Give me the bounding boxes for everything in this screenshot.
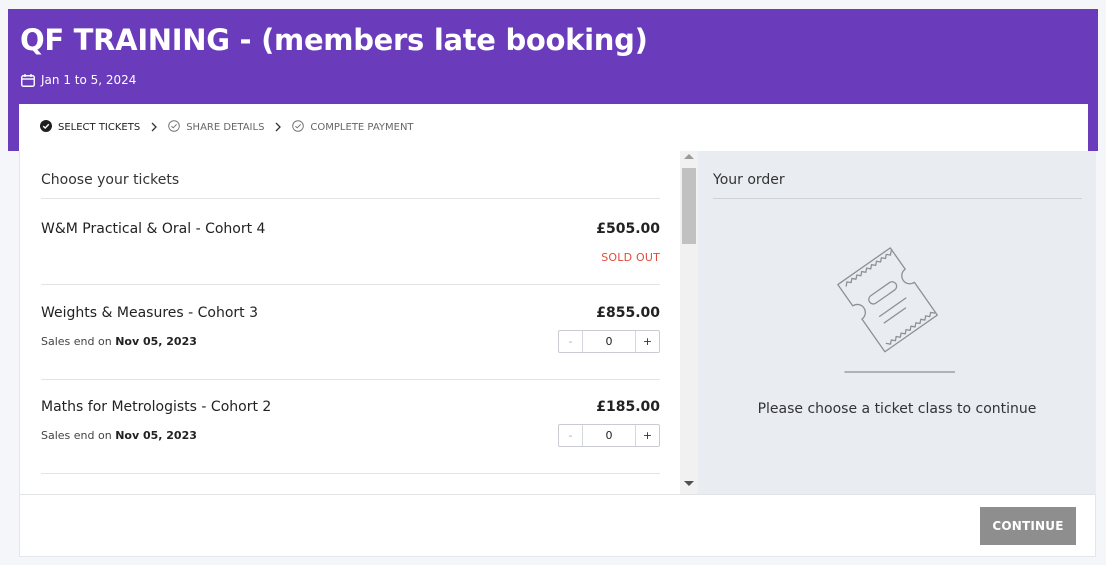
quantity-stepper: - 0 + (558, 330, 660, 353)
ticket-price: £505.00 (596, 221, 660, 237)
chevron-right-icon (150, 121, 158, 135)
sales-end-text: Sales end on Nov 05, 2023 (41, 335, 197, 348)
divider (20, 494, 1095, 495)
step-label: SHARE DETAILS (186, 122, 265, 133)
check-circle-outline-icon (168, 120, 181, 135)
increment-button[interactable]: + (635, 425, 659, 446)
booking-card: Choose your tickets W&M Practical & Oral… (19, 151, 1096, 557)
calendar-icon (21, 73, 35, 87)
ticket-illustration-icon (825, 237, 966, 381)
divider (41, 198, 660, 199)
step-complete-payment: COMPLETE PAYMENT (292, 120, 414, 135)
decrement-button[interactable]: - (559, 331, 583, 352)
quantity-stepper: - 0 + (558, 424, 660, 447)
sales-end-date: Nov 05, 2023 (115, 429, 197, 442)
event-date-text: Jan 1 to 5, 2024 (41, 73, 137, 87)
event-date: Jan 1 to 5, 2024 (21, 73, 136, 87)
event-title: QF TRAINING - (members late booking) (20, 23, 648, 57)
empty-order-message: Please choose a ticket class to continue (757, 401, 1037, 417)
chevron-right-icon (274, 121, 282, 135)
scrollbar-thumb[interactable] (682, 168, 696, 244)
sales-end-text: Sales end on Nov 05, 2023 (41, 429, 197, 442)
divider (41, 284, 660, 285)
ticket-name: Weights & Measures - Cohort 3 (41, 305, 259, 321)
checkout-steps: SELECT TICKETS SHARE DETAILS COMPLETE PA… (19, 104, 1088, 151)
divider (41, 473, 660, 474)
step-label: COMPLETE PAYMENT (310, 122, 414, 133)
ticket-list-scrollbar[interactable] (680, 151, 698, 494)
ticket-price: £185.00 (596, 399, 660, 415)
step-share-details: SHARE DETAILS (168, 120, 264, 135)
order-heading: Your order (713, 172, 785, 188)
step-label: SELECT TICKETS (58, 122, 141, 133)
sold-out-badge: SOLD OUT (601, 251, 660, 264)
sales-end-prefix: Sales end on (41, 335, 112, 348)
tickets-heading: Choose your tickets (41, 172, 180, 188)
decrement-button[interactable]: - (559, 425, 583, 446)
step-select-tickets: SELECT TICKETS (40, 120, 140, 135)
divider (713, 198, 1082, 199)
increment-button[interactable]: + (635, 331, 659, 352)
order-summary-panel: Your order Please choose a ticket class … (698, 151, 1096, 494)
ticket-name: W&M Practical & Oral - Cohort 4 (41, 221, 266, 237)
check-circle-outline-icon (292, 120, 305, 135)
divider (41, 379, 660, 380)
continue-button[interactable]: CONTINUE (980, 507, 1076, 545)
check-circle-filled-icon (40, 120, 52, 135)
quantity-input[interactable]: 0 (583, 425, 635, 446)
ticket-price: £855.00 (596, 305, 660, 321)
scroll-up-arrow-icon[interactable] (684, 154, 694, 159)
scroll-down-arrow-icon[interactable] (684, 481, 694, 486)
ticket-list-panel: Choose your tickets W&M Practical & Oral… (20, 151, 680, 494)
ticket-name: Maths for Metrologists - Cohort 2 (41, 399, 272, 415)
sales-end-prefix: Sales end on (41, 429, 112, 442)
quantity-input[interactable]: 0 (583, 331, 635, 352)
sales-end-date: Nov 05, 2023 (115, 335, 197, 348)
